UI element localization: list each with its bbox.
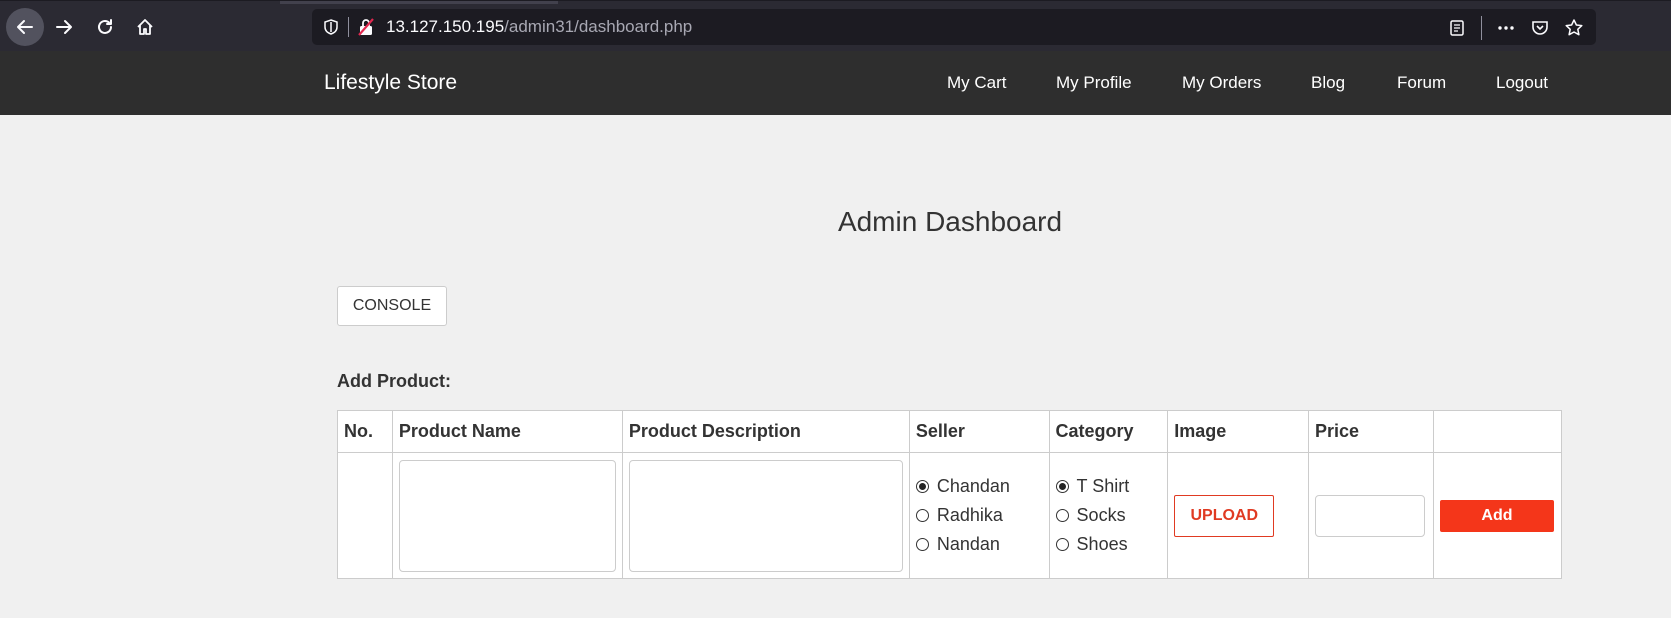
nav-forum[interactable]: Forum xyxy=(1397,73,1446,93)
category-option-shoes[interactable]: Shoes xyxy=(1055,530,1162,559)
active-tab-indicator xyxy=(280,1,558,4)
more-icon[interactable] xyxy=(1496,18,1516,38)
cell-seller: Chandan Radhika Nandan xyxy=(908,452,1050,579)
url-separator xyxy=(348,17,349,37)
product-name-input[interactable] xyxy=(398,459,616,572)
header-no: No. xyxy=(337,410,393,453)
category-label: T Shirt xyxy=(1076,476,1130,496)
browser-toolbar: 13.127.150.195/admin31/dashboard.php xyxy=(0,0,1671,51)
table-row: Chandan Radhika Nandan T Shirt Socks Sho… xyxy=(337,452,1563,579)
radio-icon[interactable] xyxy=(1055,538,1069,551)
category-label: Shoes xyxy=(1076,534,1128,554)
nav-my-cart[interactable]: My Cart xyxy=(947,73,1007,93)
radio-icon[interactable] xyxy=(915,509,929,522)
category-option-socks[interactable]: Socks xyxy=(1055,501,1162,530)
add-product-heading: Add Product: xyxy=(337,371,451,391)
cell-product-name xyxy=(391,452,623,579)
price-input[interactable] xyxy=(1314,494,1425,537)
header-category: Category xyxy=(1048,410,1169,453)
home-icon xyxy=(137,19,153,35)
add-product-table: No. Product Name Product Description Sel… xyxy=(337,410,1563,579)
seller-option-radhika[interactable]: Radhika xyxy=(915,501,1043,530)
radio-icon[interactable] xyxy=(1055,480,1069,493)
nav-logout[interactable]: Logout xyxy=(1496,73,1548,93)
seller-option-nandan[interactable]: Nandan xyxy=(915,530,1043,559)
add-button[interactable]: Add xyxy=(1439,499,1554,532)
cell-no xyxy=(337,452,393,579)
nav-my-profile[interactable]: My Profile xyxy=(1056,73,1132,93)
cell-image: UPLOAD xyxy=(1167,452,1309,579)
nav-blog[interactable]: Blog xyxy=(1311,73,1345,93)
back-button[interactable] xyxy=(6,8,44,46)
cell-category: T Shirt Socks Shoes xyxy=(1048,452,1169,579)
category-label: Socks xyxy=(1076,505,1126,525)
header-seller: Seller xyxy=(908,410,1050,453)
radio-icon[interactable] xyxy=(915,538,929,551)
seller-label: Chandan xyxy=(936,476,1010,496)
cell-action: Add xyxy=(1432,452,1563,579)
home-button[interactable] xyxy=(127,9,163,45)
back-icon xyxy=(17,20,33,34)
console-button[interactable]: CONSOLE xyxy=(337,286,447,326)
header-price: Price xyxy=(1307,410,1434,453)
url-path: /admin31/dashboard.php xyxy=(504,17,693,36)
header-action xyxy=(1432,410,1563,453)
cell-product-description xyxy=(621,452,910,579)
site-navbar: Lifestyle Store My Cart My Profile My Or… xyxy=(0,51,1671,115)
category-option-tshirt[interactable]: T Shirt xyxy=(1055,472,1162,501)
url-text[interactable]: 13.127.150.195/admin31/dashboard.php xyxy=(386,17,692,37)
seller-option-chandan[interactable]: Chandan xyxy=(915,472,1043,501)
table-header-row: No. Product Name Product Description Sel… xyxy=(337,410,1563,453)
header-image: Image xyxy=(1167,410,1309,453)
seller-label: Nandan xyxy=(936,534,1000,554)
reload-button[interactable] xyxy=(87,9,123,45)
insecure-lock-icon[interactable] xyxy=(356,17,376,37)
radio-icon[interactable] xyxy=(915,480,929,493)
bookmark-star-icon[interactable] xyxy=(1564,18,1584,38)
upload-button[interactable]: UPLOAD xyxy=(1174,494,1275,537)
nav-my-orders[interactable]: My Orders xyxy=(1182,73,1261,93)
product-description-textarea[interactable] xyxy=(628,459,903,572)
pocket-icon[interactable] xyxy=(1530,18,1550,38)
reader-view-icon[interactable] xyxy=(1447,18,1467,38)
shield-icon[interactable] xyxy=(322,18,340,36)
url-host: 13.127.150.195 xyxy=(386,17,505,36)
reload-icon xyxy=(98,19,112,34)
address-bar[interactable]: 13.127.150.195/admin31/dashboard.php xyxy=(312,9,1596,45)
header-product-name: Product Name xyxy=(391,410,623,453)
nav-links: My Cart My Profile My Orders Blog Forum … xyxy=(0,51,1671,115)
page-title: Admin Dashboard xyxy=(837,206,1063,237)
seller-label: Radhika xyxy=(936,505,1003,525)
header-product-description: Product Description xyxy=(621,410,910,453)
cell-price xyxy=(1307,452,1434,579)
forward-icon xyxy=(56,20,72,34)
radio-icon[interactable] xyxy=(1055,509,1069,522)
toolbar-separator xyxy=(1481,16,1482,40)
forward-button[interactable] xyxy=(46,9,82,45)
